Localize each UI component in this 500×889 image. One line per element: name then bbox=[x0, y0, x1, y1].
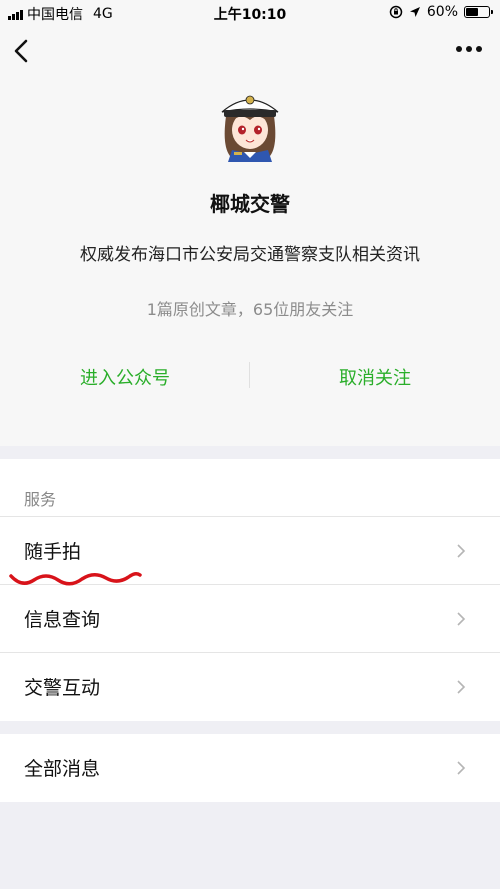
chevron-left-icon[interactable] bbox=[8, 36, 36, 66]
battery-percent: 60% bbox=[426, 4, 458, 20]
battery-icon bbox=[464, 6, 493, 18]
service-item-label: 交警互动 bbox=[24, 677, 101, 699]
account-actions: 进入公众号 取消关注 bbox=[0, 358, 500, 398]
account-profile: 椰城交警 权威发布海口市公安局交通警察支队相关资讯 1篇原创文章，65位朋友关注… bbox=[0, 26, 500, 446]
account-stats: 1篇原创文章，65位朋友关注 bbox=[146, 300, 354, 319]
all-messages-label: 全部消息 bbox=[24, 758, 101, 780]
service-item-label: 信息查询 bbox=[24, 609, 101, 631]
status-bar-right: 60% bbox=[389, 4, 493, 20]
chevron-right-icon bbox=[457, 680, 466, 694]
service-item-label: 随手拍 bbox=[24, 541, 82, 563]
services-header: 服务 bbox=[0, 459, 500, 517]
status-bar: 中国电信 4G 上午10:10 60% bbox=[0, 0, 500, 26]
enter-account-button[interactable]: 进入公众号 bbox=[0, 364, 250, 390]
chevron-right-icon bbox=[457, 544, 466, 558]
police-officer-avatar bbox=[212, 86, 288, 162]
chevron-right-icon bbox=[457, 761, 466, 775]
services-section: 服务 随手拍 信息查询 交警互动 bbox=[0, 459, 500, 721]
service-item-info-query[interactable]: 信息查询 bbox=[0, 585, 500, 653]
account-description: 权威发布海口市公安局交通警察支队相关资讯 bbox=[80, 245, 420, 265]
rotation-lock-icon bbox=[389, 5, 403, 19]
location-arrow-icon bbox=[409, 7, 420, 17]
red-underline-annotation bbox=[9, 571, 142, 586]
service-item-interaction[interactable]: 交警互动 bbox=[0, 653, 500, 721]
more-dots-icon[interactable] bbox=[456, 46, 482, 52]
chevron-right-icon bbox=[457, 612, 466, 626]
all-messages-row[interactable]: 全部消息 bbox=[0, 734, 500, 802]
account-name: 椰城交警 bbox=[210, 192, 290, 216]
unfollow-button[interactable]: 取消关注 bbox=[250, 364, 500, 390]
messages-section: 全部消息 bbox=[0, 734, 500, 802]
